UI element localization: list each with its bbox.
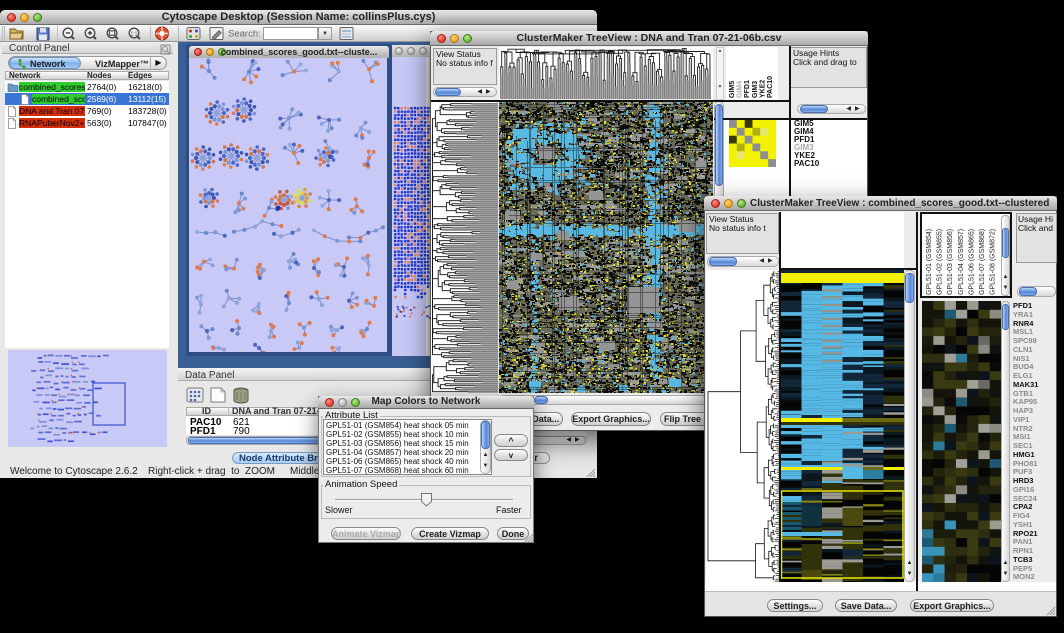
svg-text:PAC10: PAC10 [767,76,774,98]
svg-text:GPL51-02 (GSM855): GPL51-02 (GSM855) [937,229,944,295]
svg-text:PFD1: PFD1 [744,80,751,98]
svg-text:Search:: Search: [228,29,261,40]
svg-text:GIM3: GIM3 [752,81,759,98]
svg-text:YKE2: YKE2 [759,80,766,98]
svg-text:GPL51-01 (GSM854): GPL51-01 (GSM854) [926,229,933,295]
svg-text:GPL51-04 (GSM857): GPL51-04 (GSM857) [958,229,965,295]
svg-text:GPL51-06 (GSM865): GPL51-06 (GSM865) [968,229,975,295]
svg-text:1:1: 1:1 [131,31,138,37]
svg-text:GPL51-08 (GSM872): GPL51-08 (GSM872) [990,229,997,295]
svg-text:GIM5: GIM5 [729,81,736,98]
svg-text:GPL51-03 (GSM856): GPL51-03 (GSM856) [947,229,954,295]
svg-text:GPL51-07 (GSM868): GPL51-07 (GSM868) [979,229,986,295]
svg-text:GIM4: GIM4 [737,81,744,98]
